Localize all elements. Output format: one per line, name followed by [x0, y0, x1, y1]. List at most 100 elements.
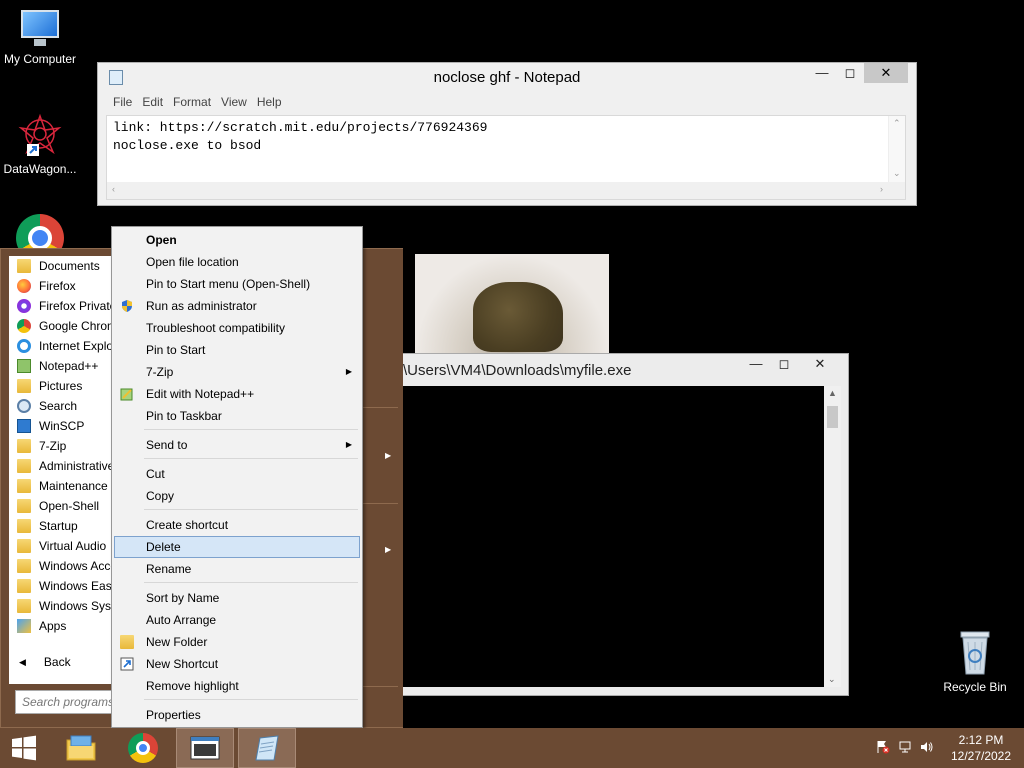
ctx-label: New Folder: [146, 635, 208, 649]
ctx-rename[interactable]: Rename: [114, 558, 360, 580]
start-search-input[interactable]: Search programs and files: [15, 690, 113, 714]
start-button[interactable]: [0, 728, 48, 768]
firefox-icon: [17, 279, 31, 293]
start-item-maintenance[interactable]: Maintenance: [9, 476, 111, 496]
volume-icon[interactable]: [916, 740, 938, 757]
window-title: noclose ghf - Notepad: [433, 69, 581, 86]
start-item-firefox-private[interactable]: Firefox Private: [9, 296, 111, 316]
ctx-label: Properties: [146, 708, 201, 722]
minimize-button[interactable]: —: [808, 63, 836, 83]
winscp-icon: [17, 419, 31, 433]
start-item-label: Google Chrome: [39, 319, 111, 333]
menu-format[interactable]: Format: [168, 91, 216, 113]
ctx-label: Run as administrator: [146, 299, 257, 313]
ctx-auto-arrange[interactable]: Auto Arrange: [114, 609, 360, 631]
start-item-firefox[interactable]: Firefox: [9, 276, 111, 296]
menu-help[interactable]: Help: [252, 91, 287, 113]
ctx-cut[interactable]: Cut: [114, 463, 360, 485]
notepad-titlebar[interactable]: noclose ghf - Notepad — ◻ ✕: [98, 63, 916, 91]
start-item-windows-system[interactable]: Windows System: [9, 596, 111, 616]
maximize-button[interactable]: ◻: [836, 63, 864, 83]
document-text[interactable]: link: https://scratch.mit.edu/projects/7…: [107, 116, 905, 158]
ctx-delete[interactable]: Delete: [114, 536, 360, 558]
ctx-label: Troubleshoot compatibility: [146, 321, 285, 335]
menu-edit[interactable]: Edit: [137, 91, 168, 113]
start-item-winscp[interactable]: WinSCP: [9, 416, 111, 436]
start-item-open-shell[interactable]: Open-Shell: [9, 496, 111, 516]
ctx-copy[interactable]: Copy: [114, 485, 360, 507]
start-item-label: Windows Accessories: [39, 559, 111, 573]
ctx-new-folder[interactable]: New Folder: [114, 631, 360, 653]
ctx-open[interactable]: Open: [114, 229, 360, 251]
folder-icon: [17, 579, 31, 593]
start-item-windows-ease-of-access[interactable]: Windows Ease of Access: [9, 576, 111, 596]
ctx-troubleshoot-compatibility[interactable]: Troubleshoot compatibility: [114, 317, 360, 339]
start-item-pictures[interactable]: Pictures: [9, 376, 111, 396]
context-menu: Open Open file location Pin to Start men…: [111, 226, 363, 728]
ctx-pin-to-start[interactable]: Pin to Start: [114, 339, 360, 361]
ctx-label: Pin to Start menu (Open-Shell): [146, 277, 311, 291]
taskbar-chrome[interactable]: [114, 728, 172, 768]
vertical-scrollbar[interactable]: ⌃ ⌄: [888, 116, 905, 184]
taskbar-file-explorer[interactable]: [52, 728, 110, 768]
ctx-new-shortcut[interactable]: New Shortcut: [114, 653, 360, 675]
scroll-up-icon[interactable]: ▲: [828, 388, 837, 398]
ctx-open-file-location[interactable]: Open file location: [114, 251, 360, 273]
menu-file[interactable]: File: [108, 91, 137, 113]
desktop-icon-recycle-bin[interactable]: Recycle Bin: [935, 630, 1015, 694]
close-button[interactable]: ✕: [798, 354, 842, 374]
start-item-administrative-tools[interactable]: Administrative Tools: [9, 456, 111, 476]
start-item-internet-explorer[interactable]: Internet Explorer: [9, 336, 111, 356]
scroll-right-icon[interactable]: ›: [880, 184, 883, 194]
ctx-properties[interactable]: Properties: [114, 704, 360, 726]
desktop-icon-my-computer[interactable]: My Computer: [0, 10, 80, 66]
folder-icon: [120, 635, 134, 649]
folder-icon: [17, 599, 31, 613]
console-output[interactable]: [403, 386, 824, 687]
start-item-apps[interactable]: Apps: [9, 616, 111, 636]
start-item-label: WinSCP: [39, 419, 85, 433]
ctx-edit-with-notepadpp[interactable]: Edit with Notepad++: [114, 383, 360, 405]
ctx-create-shortcut[interactable]: Create shortcut: [114, 514, 360, 536]
maximize-button[interactable]: ◻: [770, 354, 798, 374]
desktop-icon-datawagon[interactable]: DataWagon...: [0, 112, 80, 176]
ctx-remove-highlight[interactable]: Remove highlight: [114, 675, 360, 697]
scroll-thumb[interactable]: [827, 406, 838, 428]
taskbar-notepad[interactable]: [238, 728, 296, 768]
scroll-down-icon[interactable]: ⌄: [828, 674, 836, 685]
console-titlebar[interactable]: \Users\VM4\Downloads\myfile.exe — ◻ ✕: [351, 354, 848, 386]
start-back-button[interactable]: ◀ Back: [9, 650, 111, 674]
ctx-sort-by-name[interactable]: Sort by Name: [114, 587, 360, 609]
network-icon[interactable]: [894, 740, 916, 757]
chrome-icon: [17, 319, 31, 333]
menu-view[interactable]: View: [216, 91, 252, 113]
scroll-left-icon[interactable]: ‹: [112, 184, 115, 194]
ctx-label: Open file location: [146, 255, 239, 269]
ctx-send-to[interactable]: Send to ▶: [114, 434, 360, 456]
text-area[interactable]: link: https://scratch.mit.edu/projects/7…: [106, 115, 906, 200]
start-item-documents[interactable]: Documents: [9, 256, 111, 276]
horizontal-scrollbar[interactable]: ‹ ›: [107, 182, 905, 199]
vertical-scrollbar[interactable]: ▲ ⌄: [824, 386, 841, 687]
ctx-run-as-administrator[interactable]: Run as administrator: [114, 295, 360, 317]
scroll-down-icon[interactable]: ⌄: [893, 168, 901, 179]
ctx-7zip[interactable]: 7-Zip ▶: [114, 361, 360, 383]
taskbar-console[interactable]: [176, 728, 234, 768]
start-item-virtual-audio[interactable]: Virtual Audio: [9, 536, 111, 556]
close-button[interactable]: ✕: [864, 63, 908, 83]
ctx-pin-to-start-menu[interactable]: Pin to Start menu (Open-Shell): [114, 273, 360, 295]
folder-icon: [17, 259, 31, 273]
start-item-search[interactable]: Search: [9, 396, 111, 416]
start-item-windows-accessories[interactable]: Windows Accessories: [9, 556, 111, 576]
start-item-startup[interactable]: Startup: [9, 516, 111, 536]
minimize-button[interactable]: —: [742, 354, 770, 374]
ctx-label: Remove highlight: [146, 679, 239, 693]
ctx-pin-to-taskbar[interactable]: Pin to Taskbar: [114, 405, 360, 427]
action-center-flag-icon[interactable]: [872, 740, 894, 757]
clock-date: 12/27/2022: [950, 749, 1012, 763]
start-item-notepadpp[interactable]: Notepad++: [9, 356, 111, 376]
clock[interactable]: 2:12 PM 12/27/2022: [938, 732, 1024, 764]
start-item-7zip[interactable]: 7-Zip: [9, 436, 111, 456]
scroll-up-icon[interactable]: ⌃: [893, 118, 901, 129]
start-item-chrome[interactable]: Google Chrome: [9, 316, 111, 336]
